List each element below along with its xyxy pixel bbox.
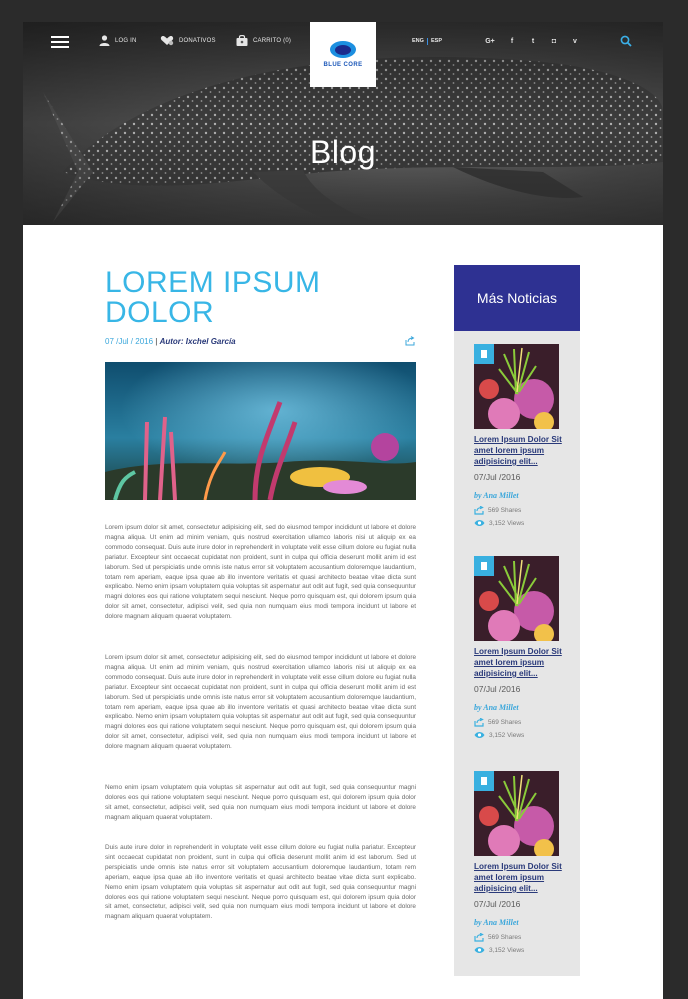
cart-label: CARRITO (0) [253, 37, 292, 44]
logo-text: BLUE CORE [323, 62, 363, 68]
article-paragraph: Nemo enim ipsam voluptatem quia voluptas… [105, 784, 416, 821]
share-icon[interactable] [405, 336, 415, 346]
login-link[interactable]: LOG IN [99, 35, 137, 46]
page-title: Blog [309, 134, 377, 170]
views-stat: 3,152 Views [474, 731, 564, 739]
shares-count: 569 Shares [488, 719, 522, 726]
news-thumbnail[interactable] [474, 771, 559, 856]
news-card-author: by Ana Millet [474, 918, 519, 927]
lang-eng[interactable]: ENG [412, 38, 424, 44]
article-date: 07 /Jul / 2016 [105, 337, 154, 346]
views-stat: 3,152 Views [474, 519, 564, 527]
article-paragraph: Duis aute irure dolor in reprehenderit i… [105, 844, 416, 921]
news-card-date: 07/Jul /2016 [474, 684, 521, 694]
views-count: 3,152 Views [489, 519, 525, 527]
more-news-sidebar: Más Noticias Lorem Ipsum Dolor Sit amet … [454, 265, 580, 976]
google-plus-icon[interactable]: G+ [485, 36, 495, 46]
share-icon [474, 506, 484, 515]
article-paragraph: Lorem ipsum dolor sit amet, consectetur … [105, 524, 416, 621]
logo-mark-icon [330, 41, 356, 58]
top-nav: LOG IN DONATIVOS CARRITO (0) BLUE CORE E… [23, 22, 663, 87]
article-type-icon [474, 344, 494, 364]
news-card-title[interactable]: Lorem Ipsum Dolor Sit amet lorem ipsum a… [474, 861, 564, 894]
article-type-icon [474, 556, 494, 576]
news-card-author: by Ana Millet [474, 703, 519, 712]
twitter-icon[interactable]: t [528, 36, 538, 46]
news-thumbnail[interactable] [474, 344, 559, 429]
blue-core-logo[interactable]: BLUE CORE [310, 22, 376, 87]
news-card: Lorem Ipsum Dolor Sit amet lorem ipsum a… [474, 556, 564, 739]
shares-stat: 569 Shares [474, 718, 564, 727]
news-card-date: 07/Jul /2016 [474, 472, 521, 482]
menu-icon[interactable] [51, 36, 69, 48]
article-meta: 07 /Jul / 2016 | Autor: Ixchel García [105, 337, 236, 346]
facebook-icon[interactable]: f [507, 36, 517, 46]
shares-count: 569 Shares [488, 507, 522, 514]
instagram-icon[interactable]: ◘ [549, 36, 559, 46]
article-author: Autor: Ixchel García [159, 337, 236, 346]
hero-banner: LOG IN DONATIVOS CARRITO (0) BLUE CORE E… [23, 22, 663, 225]
cart-link[interactable]: CARRITO (0) [236, 35, 291, 46]
views-stat: 3,152 Views [474, 946, 564, 954]
eye-icon [474, 520, 485, 526]
shares-stat: 569 Shares [474, 933, 564, 942]
news-card-date: 07/Jul /2016 [474, 899, 521, 909]
news-card: Lorem Ipsum Dolor Sit amet lorem ipsum a… [474, 771, 564, 954]
donation-heart-icon [160, 35, 174, 46]
shares-stat: 569 Shares [474, 506, 564, 515]
sidebar-title: Más Noticias [454, 265, 580, 331]
vimeo-icon[interactable]: v [570, 36, 580, 46]
login-label: LOG IN [115, 37, 137, 44]
lang-divider [427, 38, 428, 45]
views-count: 3,152 Views [489, 731, 525, 739]
news-thumbnail[interactable] [474, 556, 559, 641]
page-frame: LOG IN DONATIVOS CARRITO (0) BLUE CORE E… [23, 22, 663, 999]
views-count: 3,152 Views [489, 946, 525, 954]
user-icon [99, 35, 110, 46]
eye-icon [474, 732, 485, 738]
article-paragraph: Lorem ipsum dolor sit amet, consectetur … [105, 654, 416, 751]
shopping-bag-icon [236, 35, 248, 46]
search-icon[interactable] [620, 35, 632, 47]
news-card-title[interactable]: Lorem Ipsum Dolor Sit amet lorem ipsum a… [474, 646, 564, 679]
article-title: LOREM IPSUM DOLOR [105, 266, 321, 329]
news-card: Lorem Ipsum Dolor Sit amet lorem ipsum a… [474, 344, 564, 527]
share-icon [474, 718, 484, 727]
donations-link[interactable]: DONATIVOS [160, 35, 216, 46]
news-card-author: by Ana Millet [474, 491, 519, 500]
shares-count: 569 Shares [488, 934, 522, 941]
article-type-icon [474, 771, 494, 791]
eye-icon [474, 947, 485, 953]
donations-label: DONATIVOS [179, 37, 216, 44]
news-card-title[interactable]: Lorem Ipsum Dolor Sit amet lorem ipsum a… [474, 434, 564, 467]
share-icon [474, 933, 484, 942]
article-image-coral-reef [105, 362, 416, 500]
lang-esp[interactable]: ESP [431, 38, 442, 44]
